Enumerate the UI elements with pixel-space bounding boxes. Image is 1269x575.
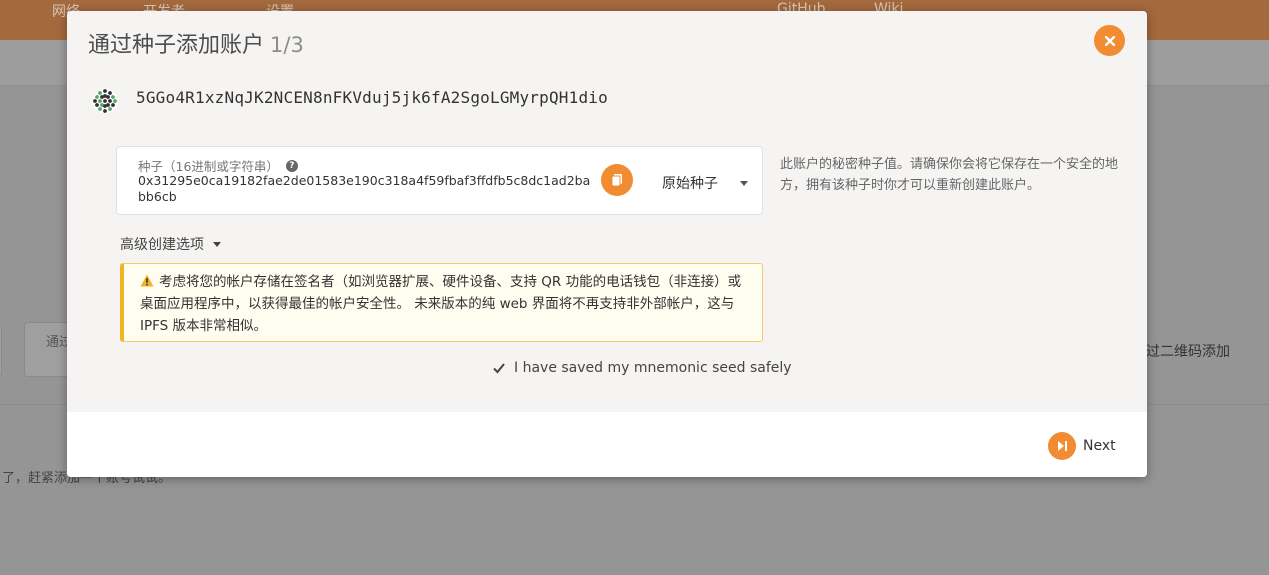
modal-title-text: 通过种子添加账户 xyxy=(88,33,265,58)
seed-help-text: 此账户的秘密种子值。请确保你会将它保存在一个安全的地方，拥有该种子时你才可以重新… xyxy=(780,157,1119,193)
warning-text: 考虑将您的帐户存储在签名者（如浏览器扩展、硬件设备、支持 QR 功能的电话钱包（… xyxy=(140,274,742,334)
modal-footer: Next xyxy=(67,412,1147,477)
background-card-edge xyxy=(0,322,2,377)
add-account-modal: 通过种子添加账户 1/3 5GGo4R1xzNqJK2NCEN8nFKVduj5j… xyxy=(67,11,1147,477)
identicon xyxy=(92,88,118,114)
seed-input[interactable]: 0x31295e0ca19182fae2de01583e190c318a4f59… xyxy=(138,173,598,205)
close-icon xyxy=(1104,35,1115,46)
identicon-dot xyxy=(98,99,102,103)
identicon-dot xyxy=(103,109,107,113)
identicon-dot xyxy=(95,103,99,107)
seed-type-select[interactable]: 原始种子 xyxy=(662,173,718,193)
identicon-dot xyxy=(108,99,112,103)
saved-seed-label: I have saved my mnemonic seed safely xyxy=(514,360,792,376)
close-button[interactable] xyxy=(1094,25,1125,56)
modal-step: 1/3 xyxy=(270,33,304,57)
caret-down-icon xyxy=(213,241,221,247)
identicon-dot xyxy=(111,103,115,107)
identicon-dot xyxy=(103,104,107,108)
step-forward-icon xyxy=(1048,432,1076,460)
identicon-dot xyxy=(108,91,112,95)
identicon-dot xyxy=(111,95,115,99)
next-label: Next xyxy=(1083,438,1116,454)
copy-icon xyxy=(611,174,622,187)
identicon-dot xyxy=(108,107,112,111)
identicon-dot xyxy=(98,107,102,111)
copy-button[interactable] xyxy=(601,164,633,196)
help-icon[interactable]: ? xyxy=(285,159,298,172)
identicon-dot xyxy=(103,89,107,93)
chevron-down-icon[interactable] xyxy=(740,181,748,186)
identicon-dot xyxy=(98,91,102,95)
identicon-dot xyxy=(93,99,97,103)
warning-message: 考虑将您的帐户存储在签名者（如浏览器扩展、硬件设备、支持 QR 功能的电话钱包（… xyxy=(120,263,763,342)
bg-qr-add-text: 过二维码添加 xyxy=(1146,344,1230,360)
advanced-options-label: 高级创建选项 xyxy=(120,237,204,253)
modal-title: 通过种子添加账户 1/3 xyxy=(88,27,304,59)
seed-field: 种子（16进制或字符串） ? 0x31295e0ca19182fae2de015… xyxy=(116,146,763,215)
next-button[interactable]: Next xyxy=(1048,432,1116,460)
checkmark-icon xyxy=(493,363,505,374)
account-address: 5GGo4R1xzNqJK2NCEN8nFKVduj5jk6fA2SgoLGMy… xyxy=(136,88,608,107)
identicon-dot xyxy=(103,99,107,103)
identicon-dot xyxy=(103,94,107,98)
warning-icon xyxy=(140,274,154,287)
advanced-options-toggle[interactable]: 高级创建选项 xyxy=(120,234,221,254)
identicon-dot xyxy=(95,95,99,99)
identicon-dot xyxy=(113,99,117,103)
saved-seed-checkbox[interactable]: I have saved my mnemonic seed safely xyxy=(492,360,792,376)
